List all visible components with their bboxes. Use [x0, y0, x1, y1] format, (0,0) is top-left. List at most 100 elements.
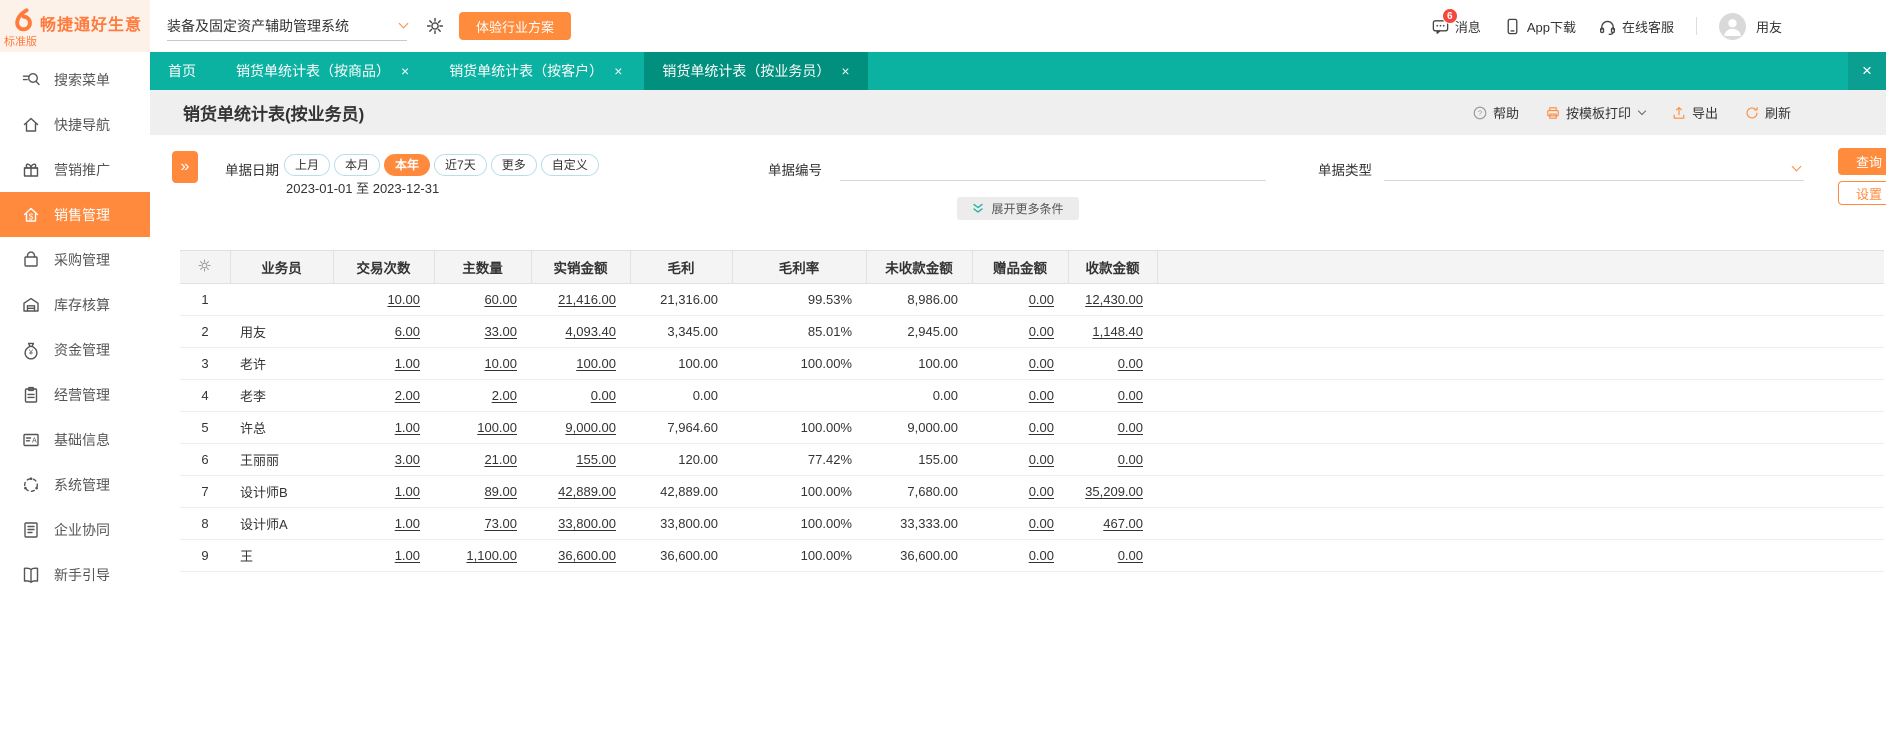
cell-gross-margin: 100.00%	[732, 411, 866, 444]
trial-industry-plan-button[interactable]: 体验行业方案	[459, 12, 572, 40]
settings-gear-icon[interactable]	[425, 16, 445, 36]
cell-received-amount[interactable]: 467.00	[1068, 507, 1157, 540]
cell-received-amount[interactable]: 1,148.40	[1068, 315, 1157, 348]
cell-main-qty[interactable]: 1,100.00	[434, 539, 531, 572]
cell-received-amount[interactable]: 0.00	[1068, 379, 1157, 412]
close-all-tabs-icon[interactable]: ×	[1848, 52, 1886, 90]
refresh-button[interactable]: 刷新	[1744, 103, 1791, 122]
cell-main-qty[interactable]: 100.00	[434, 411, 531, 444]
cell-main-qty[interactable]: 73.00	[434, 507, 531, 540]
cell-gift-amount[interactable]: 0.00	[972, 507, 1068, 540]
cell-net-sales-amount[interactable]: 33,800.00	[531, 507, 630, 540]
gear-icon	[197, 258, 212, 273]
doc-no-input[interactable]	[840, 159, 1266, 180]
sidebar-item-system-mgmt[interactable]: 系统管理	[0, 462, 150, 507]
cell-main-qty[interactable]: 2.00	[434, 379, 531, 412]
tab-close-icon[interactable]: ×	[841, 63, 849, 79]
print-by-template-button[interactable]: 按模板打印	[1545, 103, 1647, 122]
tab-close-icon[interactable]: ×	[401, 63, 409, 79]
cell-trade-count[interactable]: 6.00	[333, 315, 434, 348]
cell-main-qty[interactable]: 10.00	[434, 347, 531, 380]
cell-received-amount[interactable]: 0.00	[1068, 539, 1157, 572]
sidebar-item-operations-mgmt[interactable]: 经营管理	[0, 372, 150, 417]
search-button[interactable]: 查询	[1838, 148, 1886, 175]
cell-main-qty[interactable]: 33.00	[434, 315, 531, 348]
cell-trade-count[interactable]: 10.00	[333, 283, 434, 316]
cell-main-qty[interactable]: 89.00	[434, 475, 531, 508]
doc-type-select[interactable]	[1384, 159, 1804, 181]
cell-trade-count[interactable]: 2.00	[333, 379, 434, 412]
tab-by-product[interactable]: 销货单统计表（按商品） ×	[218, 52, 427, 90]
cell-net-sales-amount[interactable]: 42,889.00	[531, 475, 630, 508]
doc-type-input[interactable]	[1384, 159, 1804, 180]
cell-received-amount[interactable]: 0.00	[1068, 411, 1157, 444]
cell-net-sales-amount[interactable]: 4,093.40	[531, 315, 630, 348]
user-avatar[interactable]	[1718, 12, 1746, 40]
collapse-filter-button[interactable]: »	[172, 151, 198, 183]
sidebar-item-marketing[interactable]: 营销推广	[0, 147, 150, 192]
sidebar-item-funds-mgmt[interactable]: ¥ 资金管理	[0, 327, 150, 372]
sidebar-item-search-menu[interactable]: 搜索菜单	[0, 57, 150, 102]
sidebar-item-sales-mgmt[interactable]: $ 销售管理	[0, 192, 150, 237]
sidebar-item-base-info[interactable]: A 基础信息	[0, 417, 150, 462]
sidebar-item-label: 销售管理	[54, 206, 110, 223]
sidebar-item-enterprise-collab[interactable]: 企业协同	[0, 507, 150, 552]
date-preset-pill[interactable]: 近7天	[434, 154, 487, 176]
table-row: 9 王 1.00 1,100.00 36,600.00 36,600.00 100.00% 3…	[180, 539, 1884, 572]
date-preset-pill[interactable]: 自定义	[540, 154, 599, 176]
cell-main-qty[interactable]: 60.00	[434, 283, 531, 316]
settings-button[interactable]: 设置	[1838, 181, 1886, 205]
cell-gift-amount[interactable]: 0.00	[972, 283, 1068, 316]
sidebar-item-purchase-mgmt[interactable]: 采购管理	[0, 237, 150, 282]
column-settings-button[interactable]	[180, 250, 231, 284]
tab-home[interactable]: 首页	[150, 52, 214, 90]
date-preset-pill[interactable]: 更多	[490, 154, 537, 176]
system-select[interactable]: 装备及固定资产辅助管理系统	[167, 11, 409, 41]
cell-received-amount[interactable]: 0.00	[1068, 443, 1157, 476]
cell-gift-amount[interactable]: 0.00	[972, 539, 1068, 572]
online-service-button[interactable]: 在线客服	[1598, 17, 1674, 36]
cell-trade-count[interactable]: 3.00	[333, 443, 434, 476]
cell-trade-count[interactable]: 1.00	[333, 539, 434, 572]
sidebar-item-inventory-accounting[interactable]: 库存核算	[0, 282, 150, 327]
cell-gift-amount[interactable]: 0.00	[972, 443, 1068, 476]
cell-trade-count[interactable]: 1.00	[333, 475, 434, 508]
page-toolbar: ? 帮助 按模板打印 导出 刷新	[1472, 103, 1791, 122]
date-preset-pill[interactable]: 本月	[334, 154, 381, 176]
date-range-value[interactable]: 2023-01-01 至 2023-12-31	[286, 178, 439, 197]
date-preset-pill[interactable]: 本年	[384, 154, 431, 176]
cell-received-amount[interactable]: 12,430.00	[1068, 283, 1157, 316]
help-button[interactable]: ? 帮助	[1472, 103, 1519, 122]
tab-by-salesperson[interactable]: 销货单统计表（按业务员） ×	[644, 52, 868, 90]
cell-gross-margin: 100.00%	[732, 347, 866, 380]
cell-gift-amount[interactable]: 0.00	[972, 315, 1068, 348]
cell-net-sales-amount[interactable]: 36,600.00	[531, 539, 630, 572]
cell-received-amount[interactable]: 35,209.00	[1068, 475, 1157, 508]
cell-net-sales-amount[interactable]: 9,000.00	[531, 411, 630, 444]
cell-received-amount[interactable]: 0.00	[1068, 347, 1157, 380]
cell-net-sales-amount[interactable]: 0.00	[531, 379, 630, 412]
cell-net-sales-amount[interactable]: 21,416.00	[531, 283, 630, 316]
cell-net-sales-amount[interactable]: 155.00	[531, 443, 630, 476]
cell-trade-count[interactable]: 1.00	[333, 347, 434, 380]
cell-gift-amount[interactable]: 0.00	[972, 475, 1068, 508]
cell-main-qty[interactable]: 21.00	[434, 443, 531, 476]
cell-gift-amount[interactable]: 0.00	[972, 411, 1068, 444]
messages-button[interactable]: 6 消息	[1431, 7, 1481, 36]
sidebar-item-label: 快捷导航	[54, 116, 110, 133]
date-preset-pill[interactable]: 上月	[284, 154, 331, 176]
sidebar-item-beginner-guide[interactable]: 新手引导	[0, 552, 150, 597]
cell-gift-amount[interactable]: 0.00	[972, 347, 1068, 380]
expand-more-conditions-button[interactable]: 展开更多条件	[957, 197, 1079, 220]
cell-trade-count[interactable]: 1.00	[333, 411, 434, 444]
app-download-button[interactable]: App下载	[1503, 17, 1576, 36]
export-button[interactable]: 导出	[1671, 103, 1718, 122]
cell-trade-count[interactable]: 1.00	[333, 507, 434, 540]
tab-close-icon[interactable]: ×	[614, 63, 622, 79]
tab-by-customer[interactable]: 销货单统计表（按客户） ×	[431, 52, 640, 90]
cell-net-sales-amount[interactable]: 100.00	[531, 347, 630, 380]
sidebar-item-quick-nav[interactable]: 快捷导航	[0, 102, 150, 147]
column-header-gross-margin: 毛利率	[732, 250, 867, 284]
phone-icon	[1503, 17, 1522, 36]
cell-gift-amount[interactable]: 0.00	[972, 379, 1068, 412]
